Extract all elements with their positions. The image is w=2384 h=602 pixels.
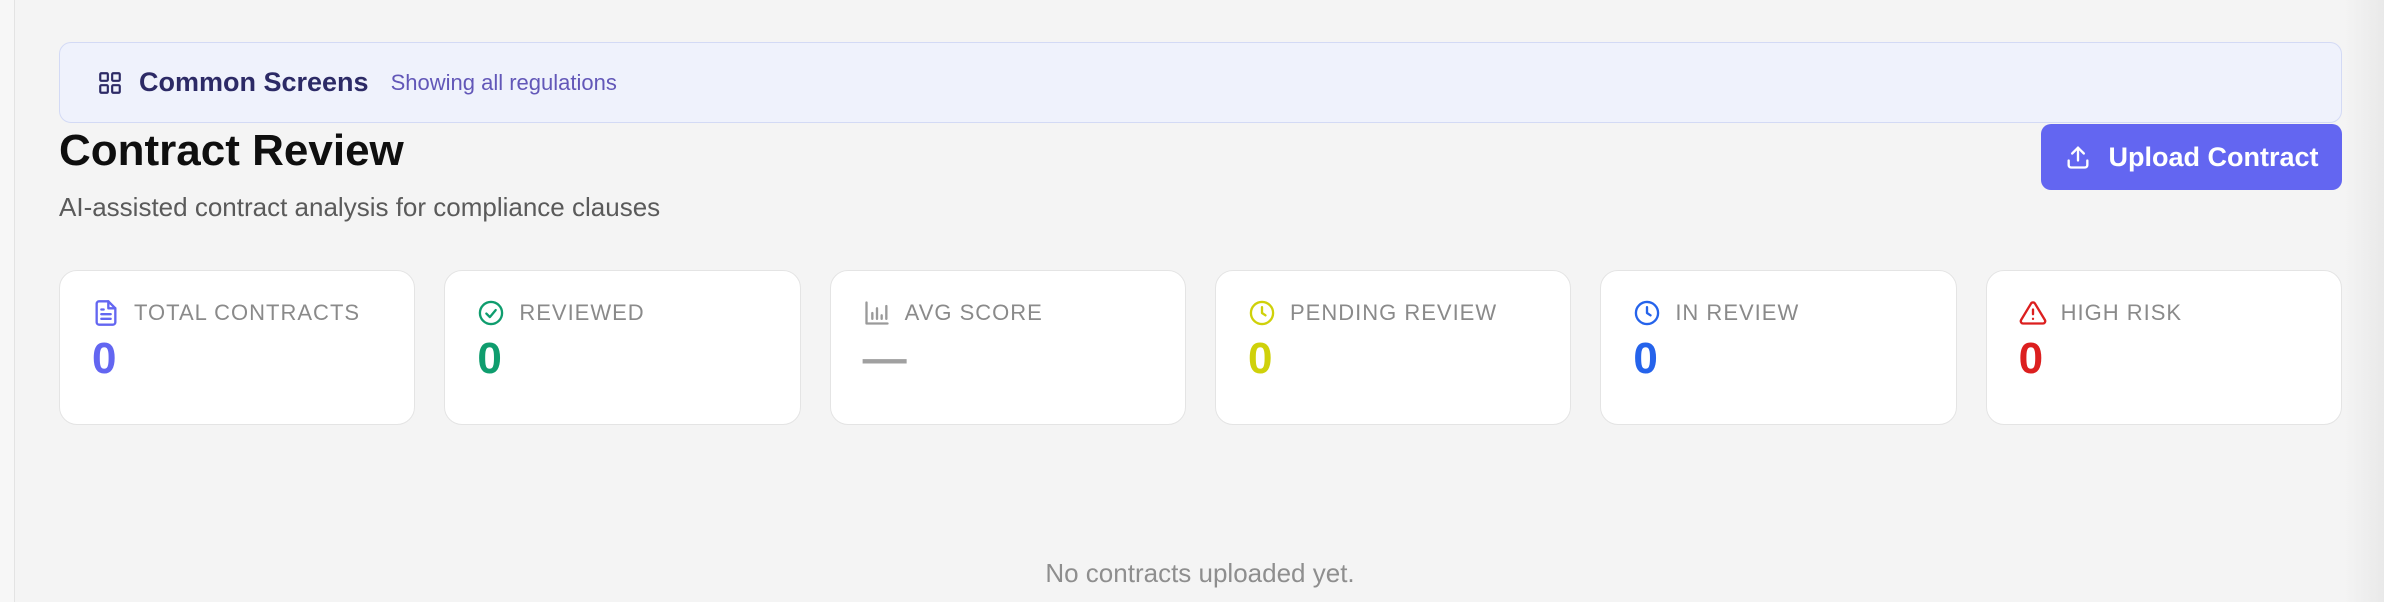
stat-value: 0 [1633, 334, 1658, 383]
stat-card-pending-review: PENDING REVIEW 0 [1214, 270, 1572, 425]
stats-row: TOTAL CONTRACTS 0 REVIEWED 0 AVG SCORE — [59, 270, 2342, 425]
stat-label: TOTAL CONTRACTS [134, 300, 361, 325]
clock-icon [1633, 299, 1661, 327]
page-title: Contract Review [59, 126, 404, 175]
stat-card-reviewed: REVIEWED 0 [444, 270, 801, 425]
stat-value: 0 [1247, 334, 1273, 383]
scroll-edge [2344, 0, 2384, 602]
warning-icon [2019, 299, 2047, 327]
stat-card-high-risk: HIGH RISK 0 [1985, 270, 2342, 425]
stat-value: 0 [92, 334, 117, 383]
regulation-filter-banner[interactable]: Common Screens Showing all regulations [59, 42, 2342, 123]
grid-icon [97, 70, 123, 96]
stat-label: PENDING REVIEW [1289, 300, 1498, 325]
stat-card-avg-score: AVG SCORE — [829, 270, 1186, 425]
upload-button-label: Upload Contract [2108, 141, 2319, 172]
filter-subtitle: Showing all regulations [390, 69, 617, 95]
stat-label: HIGH RISK [2060, 300, 2183, 325]
stat-label: REVIEWED [519, 300, 645, 325]
stat-label: IN REVIEW [1675, 300, 1800, 325]
document-icon [92, 299, 120, 327]
stat-card-total-contracts: TOTAL CONTRACTS 0 [59, 270, 416, 425]
left-rail [0, 0, 15, 602]
filter-title: Common Screens [139, 67, 369, 97]
clock-icon [1248, 299, 1276, 327]
stat-value: 0 [2018, 334, 2044, 383]
empty-state-message: No contracts uploaded yet. [1045, 558, 1355, 588]
stat-value: — [862, 334, 907, 383]
stat-label: AVG SCORE [904, 300, 1043, 325]
page-subtitle: AI-assisted contract analysis for compli… [59, 192, 661, 222]
stat-card-in-review: IN REVIEW 0 [1600, 270, 1957, 425]
bar-chart-icon [863, 299, 891, 327]
upload-contract-button[interactable]: Upload Contract [2041, 124, 2342, 190]
stat-value: 0 [477, 334, 502, 383]
upload-icon [2064, 143, 2092, 171]
check-circle-icon [477, 299, 505, 327]
